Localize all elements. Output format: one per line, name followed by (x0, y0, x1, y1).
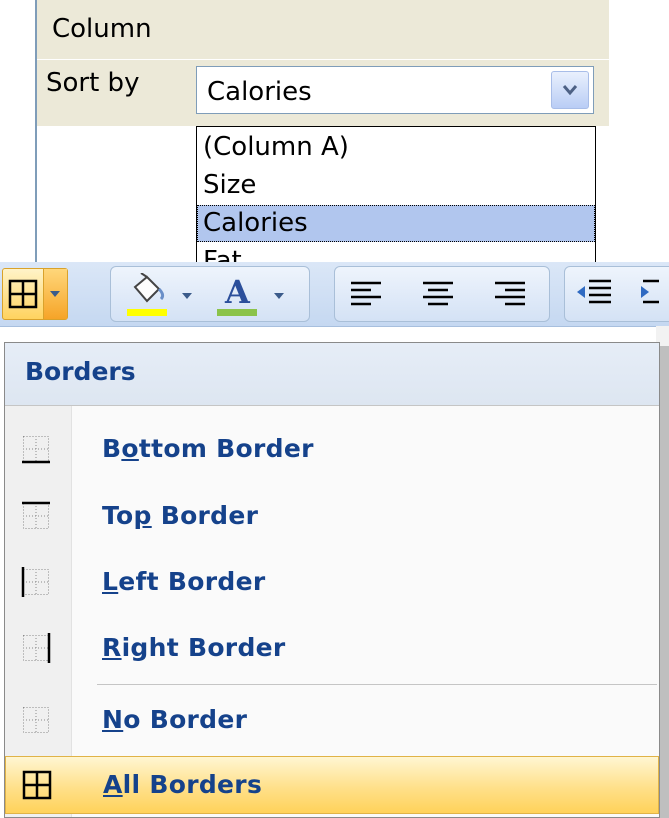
align-center-icon[interactable] (421, 279, 455, 309)
svg-text:A: A (224, 273, 251, 307)
menu-shadow (660, 346, 669, 818)
sort-by-combobox[interactable]: Calories (196, 66, 594, 114)
right-border-icon (23, 633, 51, 663)
font-color-button[interactable]: A (211, 271, 263, 317)
align-right-icon[interactable] (493, 279, 527, 309)
bottom-border-icon (22, 436, 50, 464)
menu-item-left-border[interactable]: Left Border (5, 551, 659, 615)
increase-indent-icon[interactable] (639, 278, 659, 310)
access-key: o (121, 434, 139, 463)
item-label-suffix: ight Border (121, 633, 286, 662)
font-color-swatch (217, 309, 257, 316)
font-color-dropdown[interactable] (267, 271, 291, 317)
header-separator (37, 59, 609, 60)
fill-color-swatch (127, 309, 167, 316)
sort-by-value: Calories (207, 77, 312, 107)
menu-item-bottom-border[interactable]: Bottom Border (5, 418, 659, 482)
alignment-group (334, 266, 550, 322)
sort-options-list[interactable]: (Column A) Size Calories Fat (196, 126, 596, 265)
sort-option-calories[interactable]: Calories (197, 205, 595, 242)
chevron-down-icon (274, 293, 284, 299)
borders-split-button[interactable] (2, 268, 68, 320)
chevron-down-icon (562, 85, 578, 96)
all-borders-icon (8, 279, 38, 309)
borders-dropdown-arrow[interactable] (44, 269, 67, 319)
indent-group (564, 266, 669, 322)
item-label-suffix: ll Borders (122, 770, 263, 799)
left-border-icon (21, 567, 49, 597)
menu-item-right-border[interactable]: Right Border (5, 617, 659, 681)
item-label-prefix: To (102, 501, 134, 530)
item-label-suffix: o Border (123, 705, 248, 734)
menu-header: Borders (5, 343, 659, 406)
align-left-icon[interactable] (349, 279, 383, 309)
dialog-left-margin (0, 0, 36, 265)
menu-separator (97, 684, 657, 685)
item-label-suffix: ttom Border (138, 434, 314, 463)
combo-dropdown-button[interactable] (551, 71, 589, 109)
chevron-down-icon (182, 293, 192, 299)
fill-color-button[interactable] (121, 271, 173, 317)
no-border-icon (23, 707, 49, 733)
paint-bucket-icon (133, 273, 165, 303)
item-label-suffix: Border (151, 501, 259, 530)
access-key: A (103, 770, 123, 799)
menu-item-all-borders[interactable]: All Borders (5, 756, 659, 814)
sort-option-column-a[interactable]: (Column A) (197, 129, 595, 166)
access-key: R (102, 633, 122, 662)
borders-menu: Borders Bottom Border Top Border Left Bo… (4, 342, 660, 818)
font-color-icon: A (224, 273, 251, 307)
sort-option-size[interactable]: Size (197, 167, 595, 204)
item-label-prefix: B (102, 434, 122, 463)
column-header: Column (52, 14, 152, 44)
access-key: L (102, 567, 119, 596)
menu-item-no-border[interactable]: No Border (5, 689, 659, 753)
all-borders-icon (22, 770, 52, 800)
access-key: p (133, 501, 152, 530)
sort-by-label: Sort by (46, 68, 140, 98)
fill-color-dropdown[interactable] (175, 271, 199, 317)
decrease-indent-icon[interactable] (575, 278, 613, 310)
access-key: N (102, 705, 124, 734)
item-label-suffix: eft Border (118, 567, 266, 596)
top-border-icon (22, 501, 50, 529)
chevron-down-icon (50, 291, 60, 297)
menu-title: Borders (25, 357, 136, 386)
color-group: A (110, 266, 310, 322)
menu-item-top-border[interactable]: Top Border (5, 485, 659, 549)
ribbon-toolbar: A (0, 262, 669, 327)
